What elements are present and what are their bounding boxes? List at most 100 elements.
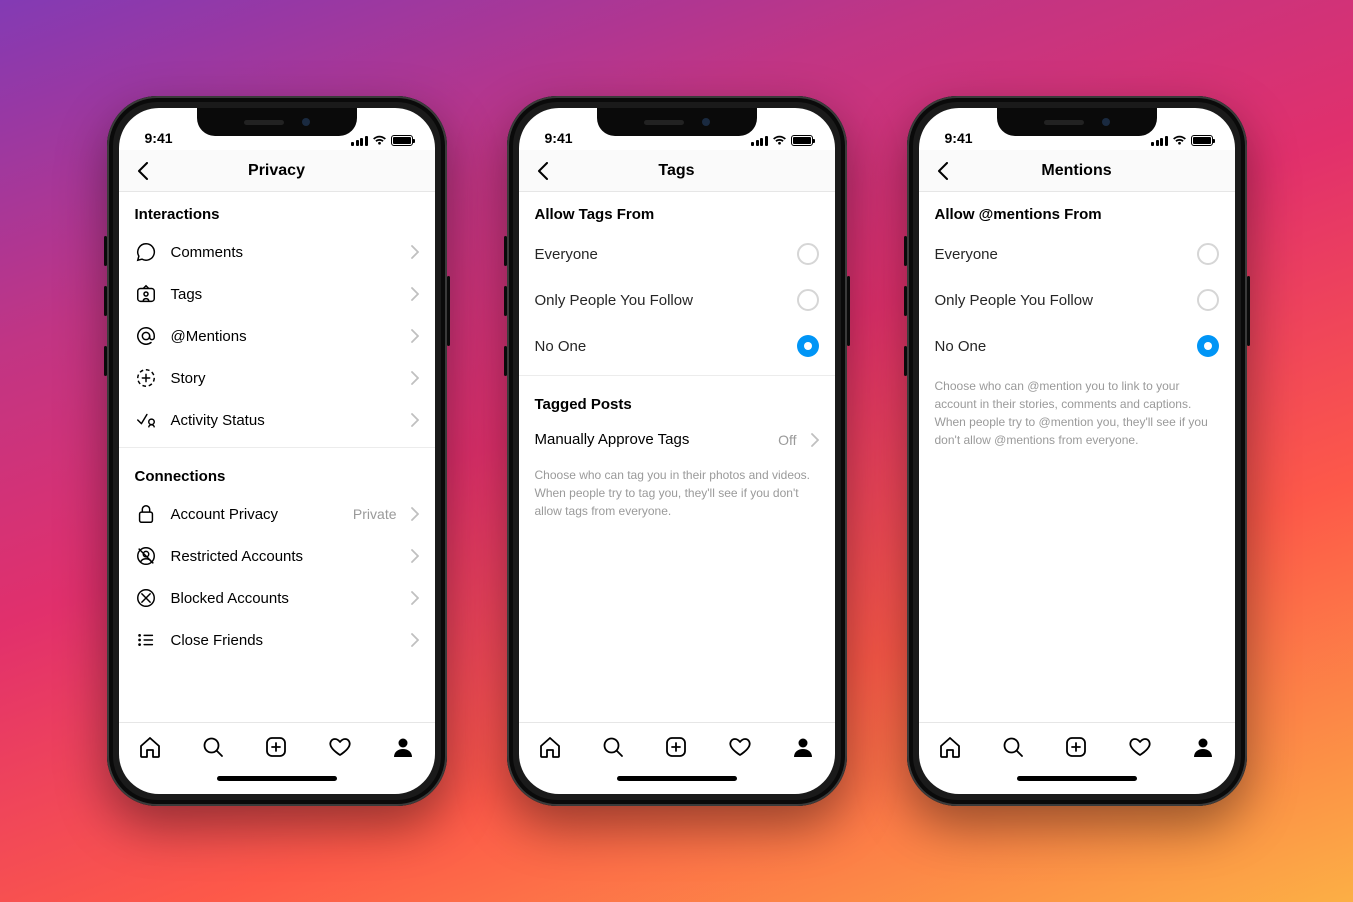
tab-search[interactable] bbox=[1000, 734, 1026, 760]
tab-bar bbox=[119, 722, 435, 770]
chevron-right-icon bbox=[411, 633, 419, 647]
chevron-right-icon bbox=[411, 287, 419, 301]
row-restricted[interactable]: Restricted Accounts bbox=[119, 535, 435, 577]
section-allow-tags: Allow Tags From bbox=[519, 192, 835, 231]
radio-control[interactable] bbox=[1197, 335, 1219, 357]
tags-caption: Choose who can tag you in their photos a… bbox=[519, 458, 835, 520]
radio-label: Everyone bbox=[535, 246, 598, 263]
phone-notch bbox=[197, 108, 357, 136]
wifi-icon bbox=[1172, 135, 1187, 146]
phone-screen: 9:41 Privacy Interactions Comments bbox=[119, 108, 435, 794]
plus-square-icon bbox=[1064, 735, 1088, 759]
back-button[interactable] bbox=[531, 159, 555, 183]
status-indicators bbox=[351, 135, 413, 146]
tab-new-post[interactable] bbox=[1063, 734, 1089, 760]
nav-header: Mentions bbox=[919, 150, 1235, 192]
row-label: Account Privacy bbox=[171, 506, 339, 523]
search-icon bbox=[201, 735, 225, 759]
row-label: Blocked Accounts bbox=[171, 590, 397, 607]
tab-activity[interactable] bbox=[1127, 734, 1153, 760]
privacy-content: Interactions Comments Tags @Mentions Sto… bbox=[119, 192, 435, 722]
radio-label: No One bbox=[535, 338, 587, 355]
chevron-right-icon bbox=[811, 433, 819, 447]
chevron-left-icon bbox=[937, 162, 949, 180]
radio-everyone[interactable]: Everyone bbox=[919, 231, 1235, 277]
radio-control[interactable] bbox=[1197, 289, 1219, 311]
divider bbox=[519, 375, 835, 376]
home-indicator[interactable] bbox=[919, 770, 1235, 794]
tab-home[interactable] bbox=[937, 734, 963, 760]
radio-control[interactable] bbox=[1197, 243, 1219, 265]
plus-square-icon bbox=[264, 735, 288, 759]
tab-search[interactable] bbox=[200, 734, 226, 760]
phone-mockup-tags: 9:41 Tags Allow Tags From Everyone Only … bbox=[507, 96, 847, 806]
profile-icon bbox=[391, 735, 415, 759]
tab-new-post[interactable] bbox=[263, 734, 289, 760]
phone-notch bbox=[597, 108, 757, 136]
tab-profile[interactable] bbox=[790, 734, 816, 760]
radio-noone[interactable]: No One bbox=[919, 323, 1235, 369]
home-indicator[interactable] bbox=[119, 770, 435, 794]
status-indicators bbox=[1151, 135, 1213, 146]
home-icon bbox=[538, 735, 562, 759]
phone-notch bbox=[997, 108, 1157, 136]
row-activity-status[interactable]: Activity Status bbox=[119, 399, 435, 441]
tab-home[interactable] bbox=[137, 734, 163, 760]
chevron-right-icon bbox=[411, 591, 419, 605]
chevron-right-icon bbox=[411, 413, 419, 427]
tab-home[interactable] bbox=[537, 734, 563, 760]
back-button[interactable] bbox=[131, 159, 155, 183]
row-close-friends[interactable]: Close Friends bbox=[119, 619, 435, 661]
tags-icon bbox=[135, 283, 157, 305]
chevron-right-icon bbox=[411, 507, 419, 521]
radio-control[interactable] bbox=[797, 289, 819, 311]
home-icon bbox=[138, 735, 162, 759]
radio-noone[interactable]: No One bbox=[519, 323, 835, 369]
tab-activity[interactable] bbox=[727, 734, 753, 760]
row-comments[interactable]: Comments bbox=[119, 231, 435, 273]
row-story[interactable]: Story bbox=[119, 357, 435, 399]
phone-mockup-privacy: 9:41 Privacy Interactions Comments bbox=[107, 96, 447, 806]
radio-label: Only People You Follow bbox=[535, 292, 693, 309]
cellular-icon bbox=[1151, 136, 1168, 146]
battery-icon bbox=[391, 135, 413, 146]
row-account-privacy[interactable]: Account Privacy Private bbox=[119, 493, 435, 535]
close-friends-icon bbox=[135, 629, 157, 651]
row-label: Restricted Accounts bbox=[171, 548, 397, 565]
cellular-icon bbox=[351, 136, 368, 146]
status-time: 9:41 bbox=[145, 130, 173, 146]
tab-profile[interactable] bbox=[390, 734, 416, 760]
radio-control[interactable] bbox=[797, 243, 819, 265]
nav-header: Privacy bbox=[119, 150, 435, 192]
back-button[interactable] bbox=[931, 159, 955, 183]
row-blocked[interactable]: Blocked Accounts bbox=[119, 577, 435, 619]
heart-icon bbox=[728, 735, 752, 759]
home-indicator[interactable] bbox=[519, 770, 835, 794]
row-manually-approve[interactable]: Manually Approve Tags Off bbox=[519, 421, 835, 458]
radio-following[interactable]: Only People You Follow bbox=[519, 277, 835, 323]
tab-search[interactable] bbox=[600, 734, 626, 760]
radio-control[interactable] bbox=[797, 335, 819, 357]
section-tagged-posts: Tagged Posts bbox=[519, 382, 835, 421]
chevron-left-icon bbox=[137, 162, 149, 180]
chevron-right-icon bbox=[411, 329, 419, 343]
tab-new-post[interactable] bbox=[663, 734, 689, 760]
restricted-icon bbox=[135, 545, 157, 567]
battery-icon bbox=[791, 135, 813, 146]
activity-icon bbox=[135, 409, 157, 431]
tab-activity[interactable] bbox=[327, 734, 353, 760]
nav-header: Tags bbox=[519, 150, 835, 192]
row-mentions[interactable]: @Mentions bbox=[119, 315, 435, 357]
row-tags[interactable]: Tags bbox=[119, 273, 435, 315]
section-connections: Connections bbox=[119, 454, 435, 493]
radio-label: No One bbox=[935, 338, 987, 355]
mentions-caption: Choose who can @mention you to link to y… bbox=[919, 369, 1235, 449]
row-value: Off bbox=[778, 432, 796, 448]
radio-everyone[interactable]: Everyone bbox=[519, 231, 835, 277]
page-title: Tags bbox=[658, 162, 694, 180]
mentions-content: Allow @mentions From Everyone Only Peopl… bbox=[919, 192, 1235, 722]
row-label: Manually Approve Tags bbox=[535, 431, 765, 448]
radio-following[interactable]: Only People You Follow bbox=[919, 277, 1235, 323]
tab-profile[interactable] bbox=[1190, 734, 1216, 760]
tab-bar bbox=[919, 722, 1235, 770]
